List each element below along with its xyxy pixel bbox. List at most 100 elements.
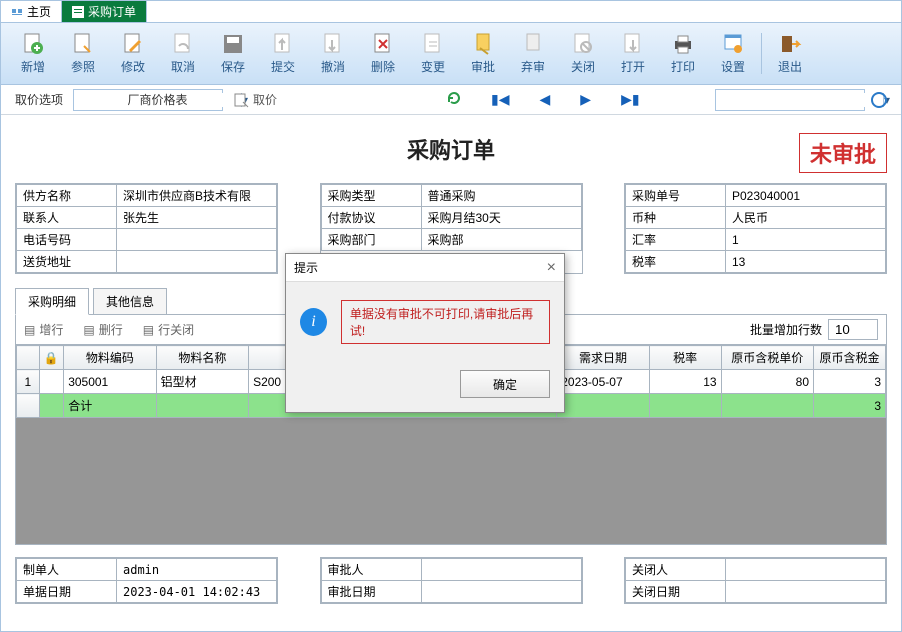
search-icon[interactable]: [871, 92, 887, 108]
currency-label: 币种: [626, 207, 726, 229]
batch-add-label: 批量增加行数: [750, 321, 822, 338]
undo-icon: [171, 32, 195, 56]
order-form: 采购单号P023040001 币种人民币 汇率1 税率13: [624, 183, 887, 274]
abandon-button[interactable]: 弃审: [509, 27, 557, 80]
col-code[interactable]: 物料编码: [64, 346, 156, 370]
purchase-type-value[interactable]: 普通采购: [421, 185, 581, 207]
approvedate-label: 审批日期: [321, 581, 421, 603]
print-button[interactable]: 打印: [659, 27, 707, 80]
refresh-icon[interactable]: [447, 91, 461, 108]
tab-home[interactable]: 主页: [1, 1, 62, 22]
document-title: 采购订单: [407, 138, 495, 163]
tab-home-label: 主页: [27, 3, 51, 20]
change-button[interactable]: 变更: [409, 27, 457, 80]
phone-label: 电话号码: [17, 229, 117, 251]
setting-icon: [721, 32, 745, 56]
purchase-type-label: 采购类型: [321, 185, 421, 207]
tax-label: 税率: [626, 251, 726, 273]
filter-bar: 取价选项 ▾ 取价 ▮◀ ◀ ▶ ▶▮ ▾: [1, 85, 901, 115]
nav-first-icon[interactable]: ▮◀: [491, 91, 509, 108]
contact-value[interactable]: 张先生: [117, 207, 277, 229]
lock-icon: 🔒: [39, 346, 64, 370]
close-icon[interactable]: ×: [547, 259, 556, 277]
revoke-button[interactable]: 撤消: [309, 27, 357, 80]
rate-label: 汇率: [626, 229, 726, 251]
order-no-value[interactable]: P023040001: [726, 185, 886, 207]
nav-next-icon[interactable]: ▶: [580, 91, 591, 108]
payment-value[interactable]: 采购月结30天: [421, 207, 581, 229]
add-row-icon: ▤: [24, 323, 35, 337]
approve-button[interactable]: 审批: [459, 27, 507, 80]
nav-prev-icon[interactable]: ◀: [540, 91, 551, 108]
col-name[interactable]: 物料名称: [156, 346, 248, 370]
docdate-label: 单据日期: [17, 581, 117, 603]
col-taxrate[interactable]: 税率: [649, 346, 721, 370]
new-button[interactable]: 新增: [9, 27, 57, 80]
tax-value[interactable]: 13: [726, 251, 886, 273]
supplier-name-value[interactable]: 深圳市供应商B技术有限: [117, 185, 277, 207]
footer-forms: 制单人admin 单据日期2023-04-01 14:02:43 审批人 审批日…: [15, 557, 887, 604]
close-doc-icon: [571, 32, 595, 56]
address-value[interactable]: [117, 251, 277, 273]
print-icon: [671, 32, 695, 56]
pricing-option-input[interactable]: [74, 93, 241, 107]
cell-name[interactable]: 铝型材: [156, 370, 248, 394]
change-icon: [421, 32, 445, 56]
cell-unitprice[interactable]: 80: [721, 370, 813, 394]
info-icon: i: [300, 308, 327, 336]
maker-form: 制单人admin 单据日期2023-04-01 14:02:43: [15, 557, 278, 604]
tab-current-label: 采购订单: [88, 3, 136, 20]
main-toolbar: 新增 参照 修改 取消 保存 提交 撤消 删除 变更 审批 弃审 关闭 打开 打…: [1, 23, 901, 85]
del-row-button[interactable]: ▤删行: [83, 321, 122, 338]
search-input[interactable]: [716, 93, 883, 107]
col-amount[interactable]: 原币含税金: [814, 346, 886, 370]
toolbar-separator: [761, 33, 762, 74]
alert-dialog: 提示 × i 单据没有审批不可打印,请审批后再试! 确定: [285, 253, 565, 413]
submit-icon: [271, 32, 295, 56]
tab-detail[interactable]: 采购明细: [15, 288, 89, 315]
cancel-button[interactable]: 取消: [159, 27, 207, 80]
cell-amount[interactable]: 3: [814, 370, 886, 394]
setting-button[interactable]: 设置: [709, 27, 757, 80]
open-button[interactable]: 打开: [609, 27, 657, 80]
dialog-titlebar[interactable]: 提示 ×: [286, 254, 564, 282]
delete-button[interactable]: 删除: [359, 27, 407, 80]
reference-button[interactable]: 参照: [59, 27, 107, 80]
ok-button[interactable]: 确定: [460, 370, 550, 398]
tab-other[interactable]: 其他信息: [93, 288, 167, 314]
search-combo[interactable]: ▾: [715, 89, 865, 111]
batch-add-input[interactable]: [828, 319, 878, 340]
nav-last-icon[interactable]: ▶▮: [621, 91, 639, 108]
dept-value[interactable]: 采购部: [421, 229, 581, 251]
cell-taxrate[interactable]: 13: [649, 370, 721, 394]
close-row-icon: ▤: [143, 323, 154, 337]
close-row-button[interactable]: ▤行关闭: [143, 321, 194, 338]
cell-reqdate[interactable]: 2023-05-07: [557, 370, 649, 394]
tab-purchase-order[interactable]: 采购订单: [62, 1, 147, 22]
row-number: 1: [17, 370, 40, 394]
exit-button[interactable]: 退出: [766, 27, 814, 80]
record-nav: ▮◀ ◀ ▶ ▶▮: [447, 91, 640, 108]
currency-value[interactable]: 人民币: [726, 207, 886, 229]
submit-button[interactable]: 提交: [259, 27, 307, 80]
get-price-button[interactable]: 取价: [233, 91, 277, 108]
col-reqdate[interactable]: 需求日期: [557, 346, 649, 370]
phone-value[interactable]: [117, 229, 277, 251]
rate-value[interactable]: 1: [726, 229, 886, 251]
approvedate-value: [421, 581, 581, 603]
save-icon: [221, 32, 245, 56]
close-button[interactable]: 关闭: [559, 27, 607, 80]
edit-button[interactable]: 修改: [109, 27, 157, 80]
add-row-button[interactable]: ▤增行: [24, 321, 63, 338]
save-button[interactable]: 保存: [209, 27, 257, 80]
address-label: 送货地址: [17, 251, 117, 273]
supplier-name-label: 供方名称: [17, 185, 117, 207]
approve-icon: [471, 32, 495, 56]
edit-icon: [121, 32, 145, 56]
getprice-icon: [233, 92, 249, 108]
pricing-option-combo[interactable]: ▾: [73, 89, 223, 111]
closer-value: [726, 559, 886, 581]
dept-label: 采购部门: [321, 229, 421, 251]
cell-code[interactable]: 305001: [64, 370, 156, 394]
col-unitprice[interactable]: 原币含税单价: [721, 346, 813, 370]
